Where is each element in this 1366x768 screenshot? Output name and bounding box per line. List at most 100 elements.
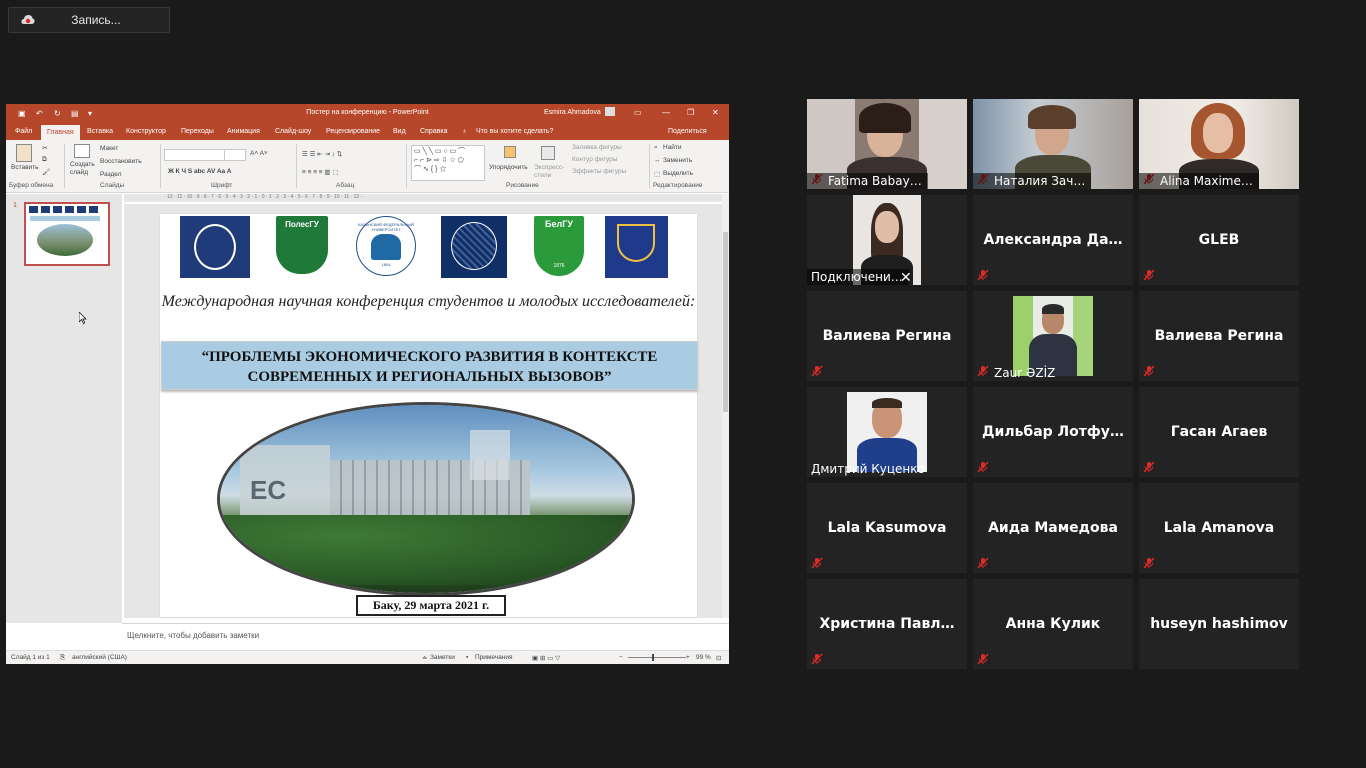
section-button[interactable]: Раздел xyxy=(100,171,121,178)
zoom-in-icon[interactable]: + xyxy=(686,654,690,661)
quick-styles-icon[interactable] xyxy=(541,146,555,160)
participant-tile[interactable]: Наталия Зач… xyxy=(973,99,1133,189)
comments-toggle[interactable]: Примечания xyxy=(475,654,513,661)
tab-view[interactable]: Вид xyxy=(393,128,406,135)
ppt-title-bar: ▣ ↶ ↻ ▤ ▾ Постер на конференцию - PowerP… xyxy=(6,104,729,123)
view-buttons[interactable]: ▣ ⊞ ▭ ▽ xyxy=(532,654,560,662)
participant-tile[interactable]: Lala Kasumova xyxy=(807,483,967,573)
participant-tile[interactable]: Гасан Агаев xyxy=(1139,387,1299,477)
shape-fill-button[interactable]: Заливка фигуры xyxy=(572,144,622,151)
tab-transitions[interactable]: Переходы xyxy=(181,128,214,135)
participant-name: Дильбар Лотфу… xyxy=(982,424,1124,440)
comments-icon[interactable]: ▪ xyxy=(466,654,468,661)
tab-design[interactable]: Конструктор xyxy=(126,128,166,135)
participant-tile[interactable]: Zaur ƏZİZ xyxy=(973,291,1133,381)
tab-help[interactable]: Справка xyxy=(420,128,447,135)
shape-outline-button[interactable]: Контур фигуры xyxy=(572,156,617,163)
arrange-button[interactable]: Упорядочить xyxy=(489,164,528,171)
participant-name: Подключени… xyxy=(807,269,909,285)
minimize-icon[interactable]: — xyxy=(662,108,670,117)
replace-icon[interactable]: ↔ xyxy=(654,157,661,164)
scrollbar-thumb[interactable] xyxy=(723,232,728,412)
building-sign: EC xyxy=(250,475,287,505)
tab-home[interactable]: Главная xyxy=(41,125,80,140)
quick-styles-button[interactable]: Экспресс-стили xyxy=(534,164,566,180)
thumb-logos xyxy=(29,206,101,213)
participant-tile[interactable]: Анна Кулик xyxy=(973,579,1133,669)
select-button[interactable]: Выделить xyxy=(663,170,693,177)
participant-tile[interactable]: Дмитрий Куценко xyxy=(807,387,967,477)
participant-tile[interactable]: GLEB xyxy=(1139,195,1299,285)
layout-button[interactable]: Макет xyxy=(100,145,118,152)
tell-me-search[interactable]: Что вы хотите сделать? xyxy=(476,128,553,135)
ribbon-display-icon[interactable]: ▭ xyxy=(634,108,642,117)
font-style-buttons[interactable]: Ж К Ч S abc AV Aa A xyxy=(168,168,231,175)
zoom-level[interactable]: 99 % xyxy=(696,654,711,661)
participant-tile[interactable]: Валиева Регина xyxy=(1139,291,1299,381)
spellcheck-icon[interactable]: ⎘ xyxy=(60,654,65,662)
muted-mic-icon xyxy=(977,653,989,665)
slide-thumbnail[interactable] xyxy=(24,202,110,266)
notes-toggle[interactable]: Заметки xyxy=(430,654,455,661)
close-icon[interactable]: ✕ xyxy=(712,108,719,117)
participant-tile[interactable]: Alina Maxime… xyxy=(1139,99,1299,189)
slide-scrollbar[interactable] xyxy=(722,194,729,618)
arrange-icon[interactable] xyxy=(504,146,516,158)
new-slide-icon[interactable] xyxy=(74,144,90,158)
tab-animations[interactable]: Анимация xyxy=(227,128,260,135)
share-button[interactable]: Поделиться xyxy=(668,128,707,135)
notes-pane[interactable]: Щелкните, чтобы добавить заметки xyxy=(122,623,729,648)
tab-file[interactable]: Файл xyxy=(15,128,32,135)
muted-mic-icon xyxy=(977,557,989,569)
close-icon[interactable]: ✕ xyxy=(900,270,912,284)
reset-button[interactable]: Восстановить xyxy=(100,158,142,165)
participant-tile[interactable]: Христина Павл… xyxy=(807,579,967,669)
muted-mic-icon xyxy=(977,269,989,281)
participant-tile[interactable]: huseyn hashimov xyxy=(1139,579,1299,669)
tab-slideshow[interactable]: Слайд-шоу xyxy=(275,128,311,135)
paste-icon[interactable] xyxy=(16,144,32,162)
tab-review[interactable]: Рецензирование xyxy=(326,128,380,135)
participant-tile[interactable]: Валиева Регина xyxy=(807,291,967,381)
recording-indicator[interactable]: Запись... xyxy=(8,7,170,33)
participant-tile[interactable]: Дильбар Лотфу… xyxy=(973,387,1133,477)
fit-slide-icon[interactable]: ⊡ xyxy=(716,654,721,662)
slide-canvas[interactable]: ПолесГУ КАЗАНСКИЙ ФЕДЕРАЛЬНЫЙ УНИВЕРСИТЕ… xyxy=(160,214,698,617)
format-painter-icon[interactable]: 🖌 xyxy=(42,168,50,176)
participant-tile[interactable]: Александра Да… xyxy=(973,195,1133,285)
notes-toggle-icon[interactable]: ≐ xyxy=(422,654,427,662)
participant-name: Валиева Регина xyxy=(1154,328,1284,344)
language-status[interactable]: английский (США) xyxy=(72,654,127,661)
shape-effects-button[interactable]: Эффекты фигуры xyxy=(572,168,626,175)
maximize-icon[interactable]: ❐ xyxy=(687,108,694,117)
find-button[interactable]: Найти xyxy=(663,144,682,151)
replace-button[interactable]: Заменить xyxy=(663,157,692,164)
conference-heading: Международная научная конференция студен… xyxy=(161,293,696,310)
ribbon-separator xyxy=(296,144,297,188)
font-grow-icon[interactable]: A˄ A˅ xyxy=(250,150,268,157)
align-buttons[interactable]: ≡ ≡ ≡ ≡ ▥ ⬚ xyxy=(302,168,338,176)
ribbon-separator xyxy=(649,144,650,188)
user-avatar-icon[interactable] xyxy=(605,107,615,116)
new-slide-button[interactable]: Создать слайд xyxy=(70,161,96,177)
participant-tile[interactable]: Аида Мамедова xyxy=(973,483,1133,573)
notes-placeholder[interactable]: Щелкните, чтобы добавить заметки xyxy=(127,631,259,640)
cut-icon[interactable]: ✂ xyxy=(42,144,47,152)
paste-button[interactable]: Вставить xyxy=(11,164,39,171)
muted-mic-icon xyxy=(1143,269,1155,281)
zoom-out-icon[interactable]: − xyxy=(619,654,623,661)
search-icon[interactable]: ⌕ xyxy=(654,144,658,152)
tab-insert[interactable]: Вставка xyxy=(87,128,113,135)
copy-icon[interactable]: ⧉ xyxy=(42,156,47,164)
zoom-slider-thumb[interactable] xyxy=(652,654,654,661)
participant-video xyxy=(847,392,927,472)
ppt-user-name[interactable]: Esmira Ahmadova xyxy=(544,109,601,116)
list-buttons[interactable]: ☰ ☰ ⇤ ⇥ ↕ ⇅ xyxy=(302,150,342,158)
shapes-icons[interactable]: ▭ ╲ ╲ ▭ ○ ▭ ⌒ ⌐ ⌐ ⊳ ⇨ ⇩ ☆ ⬠ ⌒ ∿ { } ☆ xyxy=(414,146,465,174)
participant-tile[interactable]: Fatima Babay… xyxy=(807,99,967,189)
select-icon[interactable]: ⬚ xyxy=(654,170,660,178)
participant-tile[interactable]: Lala Amanova xyxy=(1139,483,1299,573)
participant-tile[interactable]: Подключени… ✕ xyxy=(807,195,967,285)
zoom-slider[interactable] xyxy=(628,657,686,658)
font-size-select[interactable] xyxy=(224,149,246,161)
